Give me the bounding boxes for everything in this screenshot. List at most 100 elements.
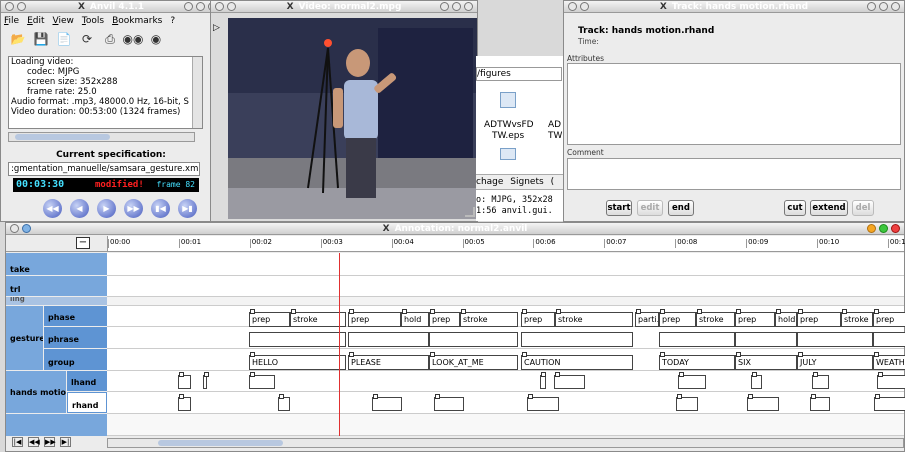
group-element[interactable]: LOOK_AT_ME (429, 355, 518, 370)
rhand-element[interactable] (278, 397, 290, 411)
lhand-element[interactable] (249, 375, 275, 389)
playhead[interactable] (339, 253, 340, 436)
group-element[interactable]: JULY (797, 355, 873, 370)
menu-help[interactable]: ? (170, 15, 175, 27)
group-element[interactable]: WEATH (873, 355, 905, 370)
scroll-thumb[interactable] (15, 134, 110, 140)
rhand-element[interactable] (527, 397, 559, 411)
track-titlebar[interactable]: X Track: hands motion.rhand (564, 1, 904, 13)
record-icon[interactable]: ◉ (149, 32, 163, 46)
phase-element[interactable]: parti. (635, 312, 659, 327)
rhand-element[interactable] (434, 397, 464, 411)
folder-open-icon[interactable]: 📂 (11, 32, 26, 46)
maximize-button[interactable] (196, 2, 205, 11)
track-lhand[interactable] (107, 371, 904, 392)
track-rhand[interactable] (107, 392, 904, 414)
lhand-element[interactable] (554, 375, 585, 389)
side-resize-handle[interactable]: ▷ (213, 23, 221, 35)
collapse-button[interactable]: − (76, 237, 90, 249)
phrase-element[interactable] (429, 332, 518, 347)
rhand-element[interactable] (372, 397, 402, 411)
row-label-take[interactable]: take (6, 253, 107, 275)
cut-button[interactable]: cut (784, 200, 806, 216)
phrase-element[interactable] (735, 332, 797, 347)
phase-element[interactable]: prep (521, 312, 555, 327)
del-button[interactable]: del (852, 200, 874, 216)
phrase-element[interactable] (249, 332, 346, 347)
spec-file-field[interactable]: :gmentation_manuelle/samsara_gesture.xml (8, 162, 200, 176)
maximize-button[interactable] (452, 2, 461, 11)
lhand-element[interactable] (812, 375, 829, 389)
info-scrollbar[interactable] (192, 57, 202, 128)
phrase-element[interactable] (659, 332, 735, 347)
shade-button[interactable] (867, 2, 876, 11)
phase-element[interactable]: prep (659, 312, 696, 327)
lhand-element[interactable] (678, 375, 706, 389)
phase-element[interactable]: hold (401, 312, 429, 327)
maximize-button[interactable] (879, 2, 888, 11)
menu-edit[interactable]: Edit (27, 15, 44, 27)
group-element[interactable]: CAUTION (521, 355, 633, 370)
path-field[interactable]: /figures (476, 67, 562, 81)
file-name-2[interactable]: AD (548, 120, 561, 130)
phase-element[interactable]: prep (348, 312, 401, 327)
track-trl[interactable] (107, 276, 904, 297)
lhand-element[interactable] (877, 375, 905, 389)
phrase-element[interactable] (348, 332, 429, 347)
phrase-element[interactable] (521, 332, 633, 347)
row-label-phrase[interactable]: phrase (44, 327, 107, 348)
rhand-element[interactable] (178, 397, 191, 411)
step-back-button[interactable]: ◀ (70, 199, 89, 218)
start-button[interactable]: start (606, 200, 632, 216)
phase-element[interactable]: stroke (460, 312, 518, 327)
file-name-1[interactable]: ADTWvsFD (484, 120, 534, 130)
prev-mark-button[interactable]: ▮◀ (151, 199, 170, 218)
fast-forward-button[interactable]: ▶▶ (124, 199, 143, 218)
phase-element[interactable]: stroke (555, 312, 633, 327)
phase-element[interactable]: hold (775, 312, 797, 327)
attributes-panel[interactable] (567, 63, 901, 145)
menu-view[interactable]: View (53, 15, 74, 27)
phase-element[interactable]: prep (873, 312, 905, 327)
next-button[interactable]: ▶▶ (44, 437, 56, 447)
anvil-titlebar[interactable]: X Anvil 4.1.1 (1, 1, 221, 13)
refresh-icon[interactable]: ⟳ (80, 32, 94, 46)
first-button[interactable]: |◀ (12, 437, 23, 447)
group-element[interactable]: TODAY (659, 355, 735, 370)
group-element[interactable]: HELLO (249, 355, 346, 370)
phase-element[interactable]: prep (249, 312, 290, 327)
phase-element[interactable]: stroke (696, 312, 735, 327)
menu-file[interactable]: File (4, 15, 19, 27)
save-icon[interactable]: 💾 (34, 32, 49, 46)
phase-element[interactable]: prep (797, 312, 841, 327)
binoculars-icon[interactable]: ◉◉ (123, 32, 144, 46)
row-label-hands-motion[interactable]: hands motion (6, 371, 66, 413)
row-label-lhand[interactable]: lhand (67, 371, 107, 391)
menu-chage[interactable]: chage (476, 177, 503, 187)
next-mark-button[interactable]: ▶▮ (178, 199, 197, 218)
lhand-element[interactable] (540, 375, 546, 389)
phase-element[interactable]: stroke (841, 312, 873, 327)
file-icon-2[interactable] (500, 148, 516, 160)
group-element[interactable]: SIX (735, 355, 797, 370)
info-hscrollbar[interactable] (8, 132, 195, 142)
video-resize-grip[interactable] (465, 207, 475, 217)
phase-element[interactable]: prep (735, 312, 775, 327)
lhand-element[interactable] (178, 375, 191, 389)
row-label-trl[interactable]: trl (6, 276, 107, 296)
menu-tools[interactable]: Tools (82, 15, 104, 27)
last-button[interactable]: ▶| (60, 437, 71, 447)
row-label-phase[interactable]: phase (44, 306, 107, 326)
file-icon-1[interactable] (500, 92, 516, 108)
track-ling[interactable] (107, 297, 904, 306)
lhand-element[interactable] (751, 375, 762, 389)
edit-button[interactable]: edit (637, 200, 663, 216)
track-take[interactable] (107, 253, 904, 276)
end-button[interactable]: end (668, 200, 694, 216)
timeline-scroll-thumb[interactable] (158, 440, 283, 446)
video-titlebar[interactable]: X Video: normal2.mpg (211, 1, 477, 13)
menu-signets[interactable]: Signets (510, 177, 543, 187)
close-right-button[interactable] (891, 2, 900, 11)
row-label-group[interactable]: group (44, 349, 107, 370)
timeline-scrollbar[interactable] (107, 438, 904, 448)
